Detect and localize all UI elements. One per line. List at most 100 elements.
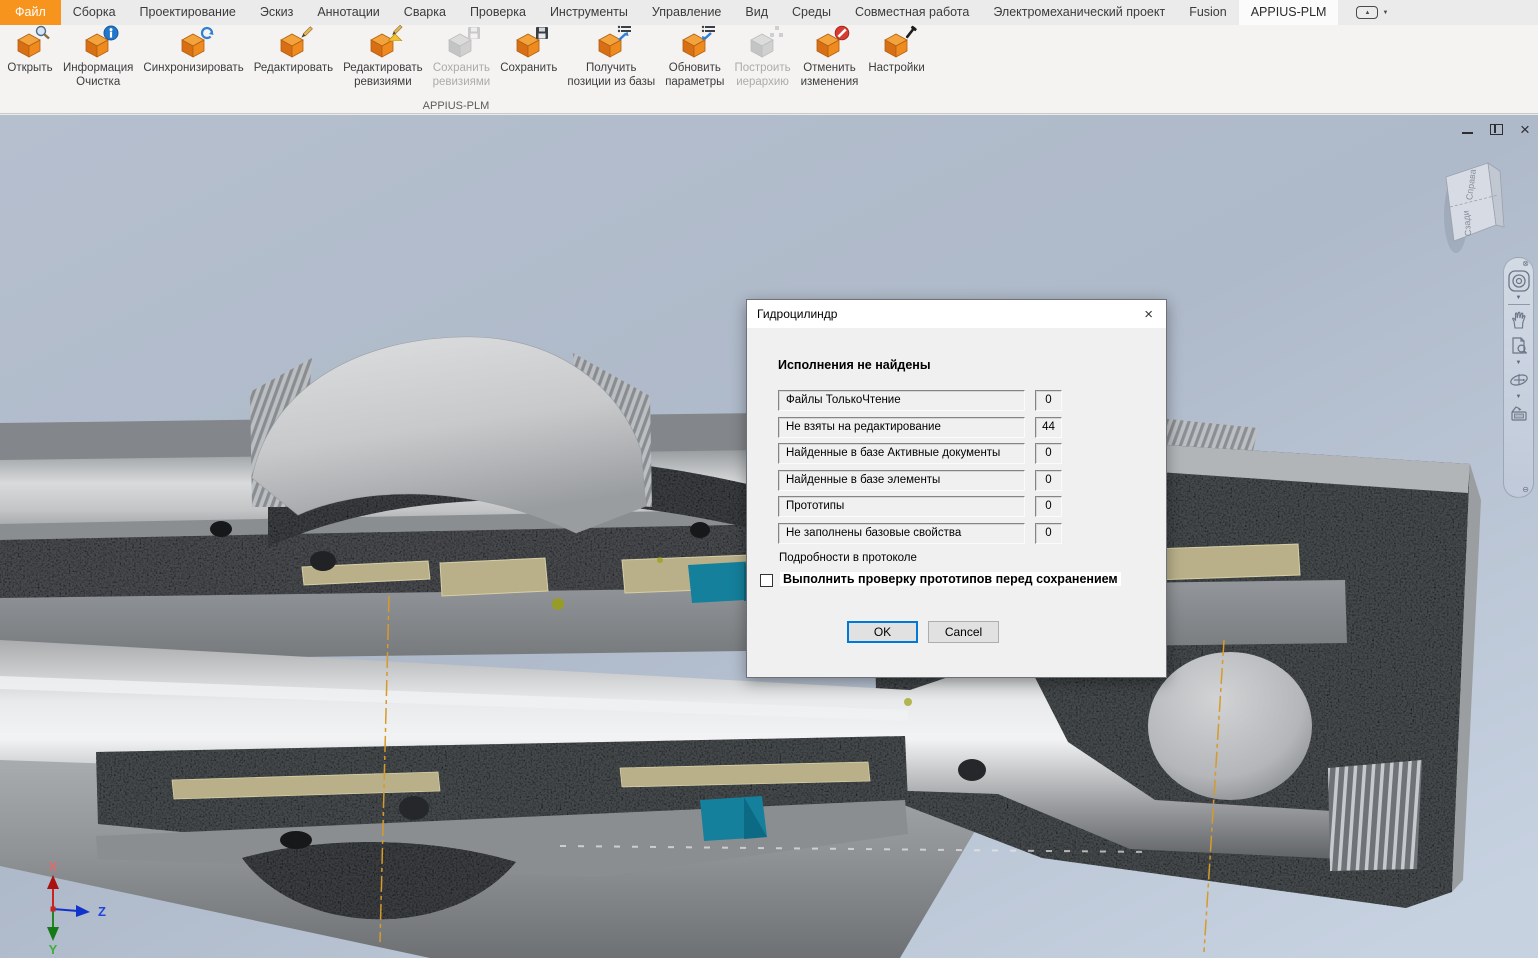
info-label-1: Информация xyxy=(63,62,134,74)
tab-tools[interactable]: Инструменты xyxy=(538,0,640,25)
tab-electromechanical[interactable]: Электромеханический проект xyxy=(981,0,1177,25)
edit-revisions-label-2: ревизиями xyxy=(354,76,412,88)
restore-icon[interactable] xyxy=(1487,120,1505,138)
tab-manage[interactable]: Управление xyxy=(640,0,734,25)
save-revisions-label-2: ревизиями xyxy=(432,76,491,88)
dialog-close-icon[interactable]: × xyxy=(1141,307,1156,322)
cancel-changes-icon xyxy=(812,25,850,60)
chevron-down-icon[interactable]: ▼ xyxy=(1516,393,1522,401)
save-button[interactable]: Сохранить xyxy=(495,25,562,75)
chevron-down-icon[interactable]: ▼ xyxy=(1516,294,1522,302)
stat-active-docs-value: 0 xyxy=(1035,443,1062,464)
update-params-button[interactable]: Обновить параметры xyxy=(660,25,729,89)
stat-readonly-files-value: 0 xyxy=(1035,390,1062,411)
stat-active-docs-label: Найденные в базе Активные документы xyxy=(778,443,1025,464)
stat-db-elements-value: 0 xyxy=(1035,470,1062,491)
get-positions-icon xyxy=(594,25,632,60)
build-hierarchy-label-2: иерархию xyxy=(736,76,789,88)
stat-base-props-value: 0 xyxy=(1035,523,1062,544)
build-hierarchy-icon xyxy=(746,26,783,60)
ribbon-panel: Открыть Информация Очистка Синхронизиров… xyxy=(0,25,1538,114)
settings-label: Настройки xyxy=(868,62,925,74)
open-icon xyxy=(13,25,50,60)
tab-annotations[interactable]: Аннотации xyxy=(305,0,391,25)
save-icon xyxy=(512,27,548,60)
edit-label: Редактировать xyxy=(253,62,334,74)
save-revisions-icon xyxy=(444,27,481,60)
get-positions-button[interactable]: Получить позиции из базы xyxy=(562,25,660,89)
chevron-down-icon[interactable]: ▼ xyxy=(1516,359,1522,367)
tab-collaborate[interactable]: Совместная работа xyxy=(843,0,981,25)
navigation-bar: ⊗ ▼ ▼ ▼ ⊖ xyxy=(1503,257,1534,498)
stat-not-checked-out-label: Не взяты на редактирование xyxy=(778,417,1025,438)
build-hierarchy-label-1: Построить xyxy=(734,62,791,74)
edit-revisions-icon xyxy=(366,25,403,60)
chevron-down-icon[interactable]: ▼ xyxy=(1382,10,1388,16)
navbar-close-icon[interactable]: ⊗ xyxy=(1522,260,1529,268)
ribbon-collapse-icon[interactable]: ▲ xyxy=(1356,6,1379,19)
ok-button[interactable]: OK xyxy=(847,621,918,643)
sync-label: Синхронизировать xyxy=(143,62,244,74)
edit-pencil-icon xyxy=(276,26,314,60)
save-label: Сохранить xyxy=(500,62,558,74)
update-params-label-2: параметры xyxy=(665,76,725,88)
get-positions-label-1: Получить xyxy=(585,62,637,74)
tab-fusion[interactable]: Fusion xyxy=(1177,0,1239,25)
tab-appius-plm[interactable]: APPIUS-PLM xyxy=(1238,0,1339,25)
axis-z-label: Z xyxy=(98,904,106,919)
info-icon xyxy=(81,25,119,60)
dialog-title: Гидроцилиндр xyxy=(757,307,838,321)
dialog-status-header: Исполнения не найдены xyxy=(778,358,931,372)
build-hierarchy-button: Построить иерархию xyxy=(729,25,795,89)
save-revisions-button: Сохранить ревизиями xyxy=(428,25,496,89)
hydrocylinder-dialog: Гидроцилиндр × Исполнения не найдены Фай… xyxy=(746,299,1167,678)
tab-file[interactable]: Файл xyxy=(0,0,61,25)
tab-weld[interactable]: Сварка xyxy=(392,0,458,25)
synchronize-button[interactable]: Синхронизировать xyxy=(138,25,248,75)
dialog-body: Исполнения не найдены Файлы ТолькоЧтение… xyxy=(747,328,1166,677)
cancel-changes-label-1: Отменить xyxy=(803,62,856,74)
minimize-icon[interactable] xyxy=(1458,120,1476,138)
navigation-wheel-icon[interactable] xyxy=(1506,268,1532,294)
tab-view[interactable]: Вид xyxy=(733,0,780,25)
settings-button[interactable]: Настройки xyxy=(863,25,929,75)
ribbon-collapse-control[interactable]: ▲ ▼ xyxy=(1356,0,1388,25)
axis-triad: X Y Z xyxy=(47,859,106,957)
stat-prototypes-value: 0 xyxy=(1035,496,1062,517)
edit-revisions-button[interactable]: Редактировать ревизиями xyxy=(338,25,427,89)
stat-db-elements-label: Найденные в базе элементы xyxy=(778,470,1025,491)
cancel-changes-label-2: изменения xyxy=(800,76,859,88)
settings-icon xyxy=(880,25,917,60)
tab-inspect[interactable]: Проверка xyxy=(458,0,538,25)
edit-button[interactable]: Редактировать xyxy=(249,25,338,75)
prototype-check-checkbox[interactable] xyxy=(760,574,773,587)
viewcube[interactable]: Справа Сзади xyxy=(1438,155,1508,255)
cancel-changes-button[interactable]: Отменить изменения xyxy=(796,25,864,89)
dialog-titlebar[interactable]: Гидроцилиндр × xyxy=(747,300,1166,328)
navbar-collapse-icon[interactable]: ⊖ xyxy=(1522,486,1529,494)
open-button[interactable]: Открыть xyxy=(2,25,58,75)
cancel-button[interactable]: Cancel xyxy=(928,621,999,643)
axis-x-label: X xyxy=(49,859,58,874)
stat-readonly-files-label: Файлы ТолькоЧтение xyxy=(778,390,1025,411)
tab-sketch[interactable]: Эскиз xyxy=(248,0,305,25)
close-icon[interactable]: × xyxy=(1516,120,1534,138)
info-cleanup-button[interactable]: Информация Очистка xyxy=(58,25,138,89)
look-at-icon[interactable] xyxy=(1506,401,1532,427)
info-label-2: Очистка xyxy=(76,76,121,88)
tab-environments[interactable]: Среды xyxy=(780,0,843,25)
model-viewport[interactable]: × Справа Сзади ⊗ ▼ ▼ ▼ ⊖ X Y Z Гидроцили… xyxy=(0,115,1538,958)
stat-not-checked-out-value: 44 xyxy=(1035,417,1062,438)
navbar-divider xyxy=(1507,304,1530,305)
sync-icon xyxy=(177,26,214,60)
update-params-icon xyxy=(678,25,715,60)
orbit-icon[interactable] xyxy=(1506,367,1532,393)
stat-prototypes-label: Прототипы xyxy=(778,496,1025,517)
protocol-details-note: Подробности в протоколе xyxy=(779,552,917,564)
prototype-check-label[interactable]: Выполнить проверку прототипов перед сохр… xyxy=(780,572,1121,586)
edit-revisions-label-1: Редактировать xyxy=(343,62,423,74)
tab-design[interactable]: Проектирование xyxy=(128,0,248,25)
tab-assembly[interactable]: Сборка xyxy=(61,0,128,25)
zoom-icon[interactable] xyxy=(1506,333,1532,359)
pan-hand-icon[interactable] xyxy=(1506,307,1532,333)
